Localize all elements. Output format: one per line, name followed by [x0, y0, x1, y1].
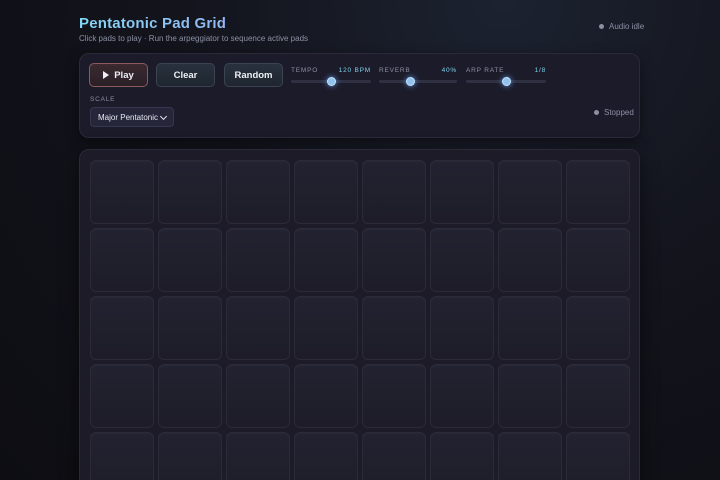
- pad[interactable]: [362, 432, 426, 480]
- reverb-slider-thumb[interactable]: [405, 77, 415, 86]
- pad[interactable]: [158, 364, 222, 428]
- reverb-label: REVERB: [379, 67, 411, 74]
- chevron-down-icon: [159, 112, 168, 121]
- random-button[interactable]: Random: [224, 63, 283, 87]
- pad[interactable]: [294, 364, 358, 428]
- pad[interactable]: [226, 432, 290, 480]
- pad-grid: [90, 160, 630, 480]
- pad[interactable]: [158, 296, 222, 360]
- play-icon: [103, 71, 110, 79]
- pad[interactable]: [362, 296, 426, 360]
- tempo-label: TEMPO: [291, 67, 319, 74]
- arp-status: Stopped: [594, 108, 634, 117]
- pad[interactable]: [566, 432, 630, 480]
- pad[interactable]: [566, 296, 630, 360]
- pad[interactable]: [158, 228, 222, 292]
- pad[interactable]: [90, 364, 154, 428]
- pad[interactable]: [566, 228, 630, 292]
- pad[interactable]: [362, 160, 426, 224]
- tempo-slider-thumb[interactable]: [326, 77, 336, 86]
- pad[interactable]: [226, 160, 290, 224]
- pad[interactable]: [362, 228, 426, 292]
- pad[interactable]: [226, 296, 290, 360]
- arp-rate-label: ARP RATE: [466, 67, 505, 74]
- arp-status-text: Stopped: [604, 108, 634, 117]
- audio-status-text: Audio idle: [609, 22, 645, 31]
- pad[interactable]: [430, 160, 494, 224]
- arp-rate-slider-group: ARP RATE 1/8: [466, 67, 546, 86]
- pad[interactable]: [362, 364, 426, 428]
- arp-rate-slider-thumb[interactable]: [501, 77, 511, 86]
- pad[interactable]: [226, 228, 290, 292]
- reverb-slider-group: REVERB 40%: [379, 67, 457, 86]
- pad[interactable]: [90, 228, 154, 292]
- pad[interactable]: [294, 160, 358, 224]
- tempo-value: 120 BPM: [338, 67, 371, 74]
- status-dot-icon: [594, 110, 599, 115]
- pad[interactable]: [498, 296, 562, 360]
- pad[interactable]: [430, 364, 494, 428]
- pad-grid-panel: [79, 149, 640, 480]
- play-button-label: Play: [114, 69, 134, 81]
- pad[interactable]: [566, 160, 630, 224]
- reverb-slider[interactable]: [379, 77, 457, 86]
- pad[interactable]: [90, 432, 154, 480]
- scale-select-value: Major Pentatonic: [98, 112, 159, 122]
- control-panel: Play Clear Random TEMPO 120 BPM REVERB 4…: [79, 53, 640, 138]
- scale-select[interactable]: Major Pentatonic: [90, 107, 174, 127]
- arp-rate-slider[interactable]: [466, 77, 546, 86]
- pad[interactable]: [430, 228, 494, 292]
- pad[interactable]: [158, 432, 222, 480]
- pad[interactable]: [294, 432, 358, 480]
- pad[interactable]: [566, 364, 630, 428]
- audio-status: Audio idle: [599, 22, 644, 31]
- pad[interactable]: [498, 364, 562, 428]
- pad[interactable]: [498, 228, 562, 292]
- page-title: Pentatonic Pad Grid: [79, 15, 308, 32]
- tempo-slider-group: TEMPO 120 BPM: [291, 67, 371, 86]
- random-button-label: Random: [234, 69, 273, 81]
- page-subtitle: Click pads to play · Run the arpeggiator…: [79, 34, 309, 43]
- pad[interactable]: [226, 364, 290, 428]
- clear-button-label: Clear: [173, 69, 198, 81]
- play-button[interactable]: Play: [89, 63, 148, 87]
- arp-rate-value: 1/8: [534, 67, 546, 74]
- pad[interactable]: [90, 296, 154, 360]
- header: Pentatonic Pad Grid Click pads to play ·…: [79, 15, 308, 43]
- clear-button[interactable]: Clear: [156, 63, 215, 87]
- pad[interactable]: [90, 160, 154, 224]
- pad[interactable]: [430, 296, 494, 360]
- status-dot-icon: [599, 24, 604, 29]
- reverb-value: 40%: [441, 67, 457, 74]
- pad[interactable]: [294, 228, 358, 292]
- pad[interactable]: [498, 432, 562, 480]
- scale-label: SCALE: [90, 96, 116, 103]
- pad[interactable]: [430, 432, 494, 480]
- pad[interactable]: [498, 160, 562, 224]
- pad[interactable]: [158, 160, 222, 224]
- tempo-slider[interactable]: [291, 77, 371, 86]
- pad[interactable]: [294, 296, 358, 360]
